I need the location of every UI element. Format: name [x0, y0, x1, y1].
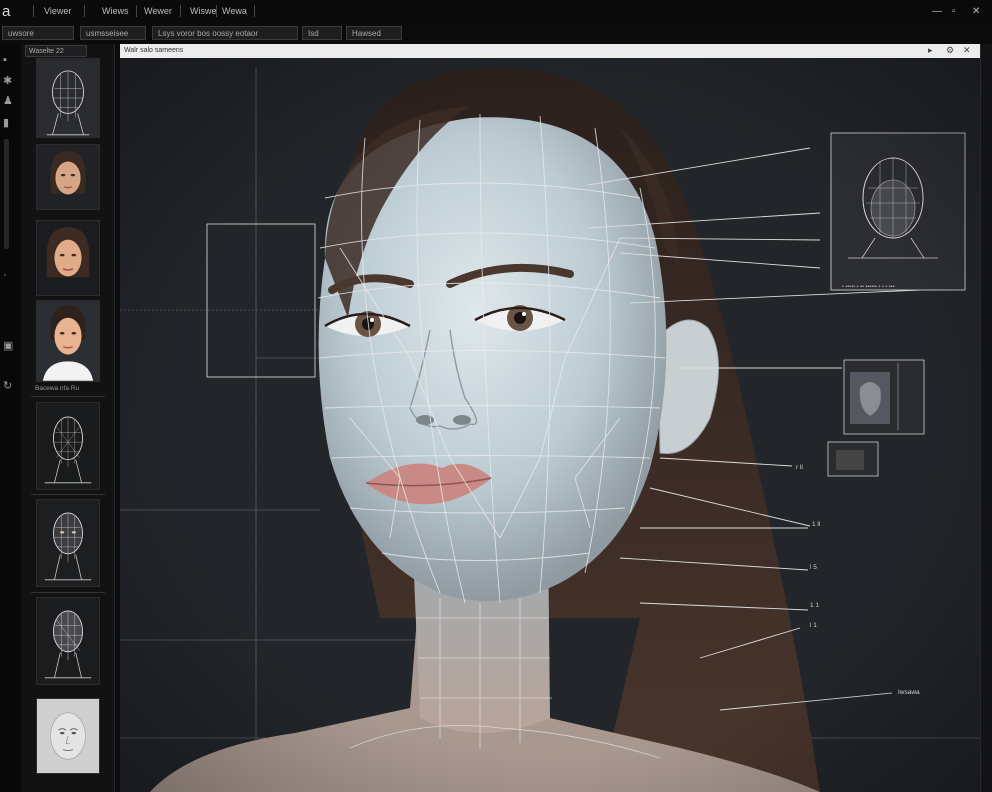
wireframe-head-icon — [37, 403, 99, 489]
face-photo-icon — [37, 301, 99, 381]
thumbnail-face-3[interactable] — [36, 300, 100, 382]
panel-tab[interactable]: Waselte 22 — [25, 45, 87, 57]
restore-icon[interactable]: ▫ — [952, 6, 956, 17]
face-sketch-icon — [37, 699, 99, 773]
settings-icon[interactable]: ⚙ — [946, 45, 954, 56]
menu-separator — [254, 5, 255, 17]
thumbnail-caption: Bacewa nfa Ru — [35, 385, 80, 392]
tool-strip-scrollbar[interactable] — [4, 139, 9, 249]
layers-icon[interactable]: ▪ — [3, 54, 7, 66]
annotation-label: Iwsawa — [898, 689, 920, 696]
vignette — [120, 58, 980, 792]
menu-separator — [33, 5, 34, 17]
menubar: a Viewer Wiews Wewer Wiswe Wewa — ▫ ✕ — [0, 0, 992, 24]
menu-item-views[interactable]: Wiews — [102, 6, 129, 16]
annotation-mark: l 1 — [810, 622, 817, 629]
wireframe-head-icon — [37, 59, 99, 137]
toolbar-button-lsys[interactable]: Lsys voror bos oossy eotaor — [152, 26, 298, 40]
annotation-mark: 1 1 — [810, 602, 820, 609]
face-analysis-canvas[interactable] — [120, 58, 980, 792]
thumbnail-wireframe-1[interactable] — [36, 58, 100, 138]
menu-item-viewer[interactable]: Viewer — [44, 6, 71, 16]
thumbnail-face-1[interactable] — [36, 144, 100, 210]
viewport-title: Walr salo sameens — [124, 47, 184, 54]
panel-divider — [31, 396, 105, 397]
wireframe-head-icon — [37, 598, 99, 684]
annotation-mark: r ll — [796, 464, 803, 471]
menu-item-wewa[interactable]: Wewa — [222, 6, 247, 16]
right-scrollbar[interactable] — [980, 44, 992, 792]
thumbnail-face-2[interactable] — [36, 220, 100, 296]
face-photo-icon — [37, 221, 99, 295]
person-icon[interactable]: ♟ — [3, 94, 13, 107]
toolbar-button-hawsed[interactable]: Hawsed — [346, 26, 402, 40]
close-icon[interactable]: ✕ — [963, 45, 971, 56]
wireframe-head-icon — [37, 500, 99, 586]
minimize-icon[interactable]: — — [932, 6, 942, 17]
toolbar-button-uwsore[interactable]: uwsore — [2, 26, 74, 40]
left-tool-strip: ▪ ✱ ♟ ▮ · ▣ ↻ — [0, 44, 20, 792]
thumbnail-wireframe-3[interactable] — [36, 499, 100, 587]
menu-separator — [84, 5, 85, 17]
camera-icon[interactable]: ▣ — [3, 339, 13, 352]
pin-icon[interactable]: ✱ — [3, 74, 12, 87]
thumbnail-panel: Waselte 22 Bacewa nfa Ru — [21, 44, 115, 792]
panel-divider — [31, 592, 105, 593]
menu-separator — [180, 5, 181, 17]
reference-panel-caption: • ••••• • •• •••••• • • • ••• — [842, 284, 895, 290]
thumbnail-wireframe-2[interactable] — [36, 402, 100, 490]
viewport-header: Walr salo sameens ▸ ⚙ ✕ — [120, 44, 980, 58]
menu-separator — [216, 5, 217, 17]
toolbar-button-usmsseisee[interactable]: usmsseisee — [80, 26, 146, 40]
main-viewport[interactable]: Walr salo sameens ▸ ⚙ ✕ • ••••• • •• •••… — [120, 44, 980, 792]
refresh-icon[interactable]: ↻ — [3, 379, 12, 392]
annotation-mark: 1 ll — [812, 521, 821, 528]
annotation-mark: l 5 — [810, 564, 817, 571]
thumbnail-wireframe-4[interactable] — [36, 597, 100, 685]
toolbar-button-isd[interactable]: Isd — [302, 26, 342, 40]
ruler-icon[interactable]: ▮ — [3, 116, 9, 129]
pin-icon[interactable]: ▸ — [928, 45, 933, 56]
close-icon[interactable]: ✕ — [972, 6, 980, 17]
menu-item-wewer[interactable]: Wewer — [144, 6, 172, 16]
thumbnail-sketch[interactable] — [36, 698, 100, 774]
app-icon[interactable]: a — [2, 3, 10, 20]
dot-icon[interactable]: · — [3, 269, 7, 281]
toolbar: uwsore usmsseisee Lsys voror bos oossy e… — [0, 24, 992, 44]
face-photo-icon — [37, 145, 99, 209]
menu-separator — [136, 5, 137, 17]
menu-item-wiswe[interactable]: Wiswe — [190, 6, 217, 16]
panel-divider — [31, 494, 105, 495]
